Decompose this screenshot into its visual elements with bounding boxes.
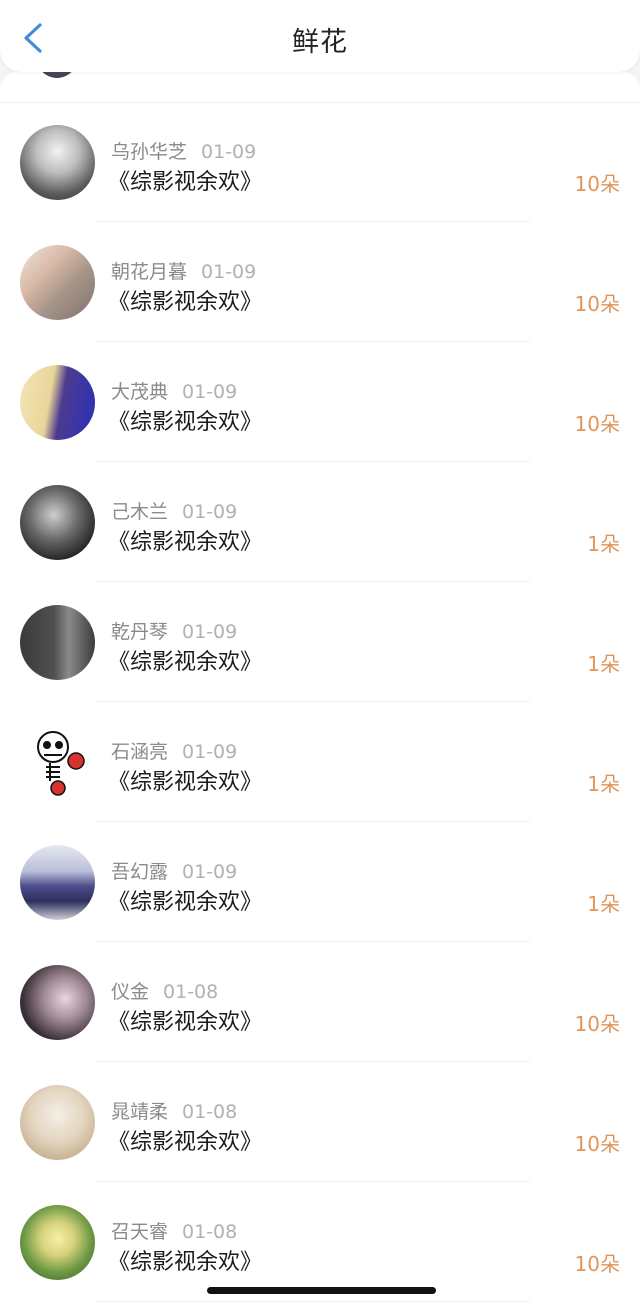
user-name: 仪金 <box>111 981 150 1003</box>
list-item[interactable]: 大茂典 01-09 《综影视余欢》 10朵 <box>0 342 640 462</box>
avatar[interactable] <box>20 245 95 320</box>
book-title: 《综影视余欢》 <box>108 1130 263 1155</box>
flower-list: 乌孙华芝 01-09 《综影视余欢》 10朵 朝花月暮 01-09 《综影视余欢》 … <box>0 102 640 1302</box>
flower-count: 10朵 <box>574 172 620 196</box>
nav-bar: 鲜花 <box>0 0 640 72</box>
list-item[interactable]: 仪金 01-08 《综影视余欢》 10朵 <box>0 942 640 1062</box>
flower-count: 1朵 <box>587 892 620 916</box>
book-title: 《综影视余欢》 <box>108 770 263 795</box>
list-item[interactable]: 召天睿 01-08 《综影视余欢》 10朵 <box>0 1182 640 1302</box>
page-title: 鲜花 <box>292 27 348 58</box>
list-item[interactable]: 晁靖柔 01-08 《综影视余欢》 10朵 <box>0 1062 640 1182</box>
book-title: 《综影视余欢》 <box>108 1250 263 1275</box>
flower-list-panel: 乌孙华芝 01-09 《综影视余欢》 10朵 朝花月暮 01-09 《综影视余欢》 … <box>0 72 640 1304</box>
list-item[interactable]: 吾幻露 01-09 《综影视余欢》 1朵 <box>0 822 640 942</box>
date-label: 01-09 <box>182 621 238 643</box>
avatar[interactable] <box>20 605 95 680</box>
list-item[interactable]: 己木兰 01-09 《综影视余欢》 1朵 <box>0 462 640 582</box>
date-label: 01-08 <box>182 1221 238 1243</box>
avatar[interactable] <box>20 1085 95 1160</box>
flower-count: 10朵 <box>574 292 620 316</box>
skeleton-boxer-icon <box>37 731 85 796</box>
user-name: 石涵亮 <box>111 741 169 763</box>
book-title: 《综影视余欢》 <box>108 290 263 315</box>
user-name: 乌孙华芝 <box>111 141 188 163</box>
avatar[interactable] <box>20 485 95 560</box>
book-title: 《综影视余欢》 <box>108 890 263 915</box>
date-label: 01-09 <box>182 861 238 883</box>
date-label: 01-08 <box>163 981 219 1003</box>
user-name: 乾丹琴 <box>111 621 169 643</box>
avatar[interactable] <box>20 725 95 800</box>
home-indicator <box>207 1287 436 1294</box>
flower-count: 10朵 <box>574 1252 620 1276</box>
avatar[interactable] <box>20 1205 95 1280</box>
flower-count: 10朵 <box>574 412 620 436</box>
date-label: 01-09 <box>201 141 257 163</box>
flower-count: 1朵 <box>587 652 620 676</box>
flower-count: 10朵 <box>574 1012 620 1036</box>
avatar[interactable] <box>20 845 95 920</box>
avatar[interactable] <box>20 125 95 200</box>
book-title: 《综影视余欢》 <box>108 170 263 195</box>
user-name: 己木兰 <box>111 501 169 523</box>
date-label: 01-09 <box>182 741 238 763</box>
date-label: 01-08 <box>182 1101 238 1123</box>
user-name: 大茂典 <box>111 381 169 403</box>
list-item[interactable]: 朝花月暮 01-09 《综影视余欢》 10朵 <box>0 222 640 342</box>
date-label: 01-09 <box>201 261 257 283</box>
list-item[interactable]: 乌孙华芝 01-09 《综影视余欢》 10朵 <box>0 102 640 222</box>
user-name: 吾幻露 <box>111 861 169 883</box>
flower-count: 1朵 <box>587 532 620 556</box>
flower-count: 10朵 <box>574 1132 620 1156</box>
book-title: 《综影视余欢》 <box>108 1010 263 1035</box>
list-item[interactable]: 石涵亮 01-09 《综影视余欢》 1朵 <box>0 702 640 822</box>
book-title: 《综影视余欢》 <box>108 530 263 555</box>
date-label: 01-09 <box>182 501 238 523</box>
book-title: 《综影视余欢》 <box>108 410 263 435</box>
book-title: 《综影视余欢》 <box>108 650 263 675</box>
list-item[interactable]: 乾丹琴 01-09 《综影视余欢》 1朵 <box>0 582 640 702</box>
user-name: 朝花月暮 <box>111 261 188 283</box>
user-name: 召天睿 <box>111 1221 169 1243</box>
list-item-partial <box>0 72 640 103</box>
avatar[interactable] <box>20 965 95 1040</box>
date-label: 01-09 <box>182 381 238 403</box>
flower-count: 1朵 <box>587 772 620 796</box>
avatar <box>33 72 81 78</box>
avatar[interactable] <box>20 365 95 440</box>
user-name: 晁靖柔 <box>111 1101 169 1123</box>
